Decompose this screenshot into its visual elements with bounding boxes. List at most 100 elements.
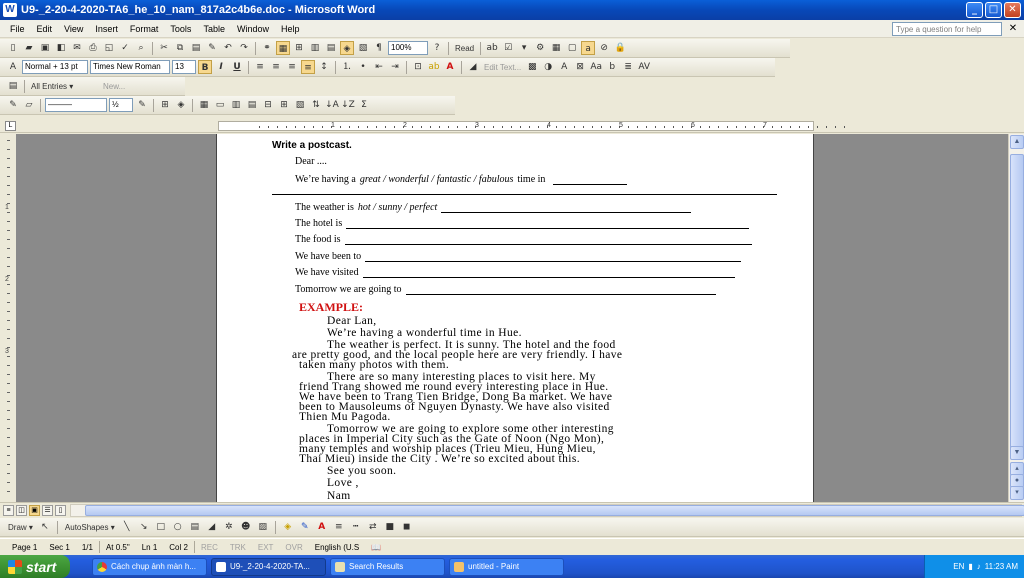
- vertical-text-icon[interactable]: b: [605, 60, 619, 74]
- help-icon[interactable]: ?: [430, 41, 444, 55]
- numbering-icon[interactable]: ⒈: [340, 60, 354, 74]
- dash-style-icon[interactable]: ┅: [349, 520, 363, 534]
- email-icon[interactable]: ✉: [70, 41, 84, 55]
- bullets-icon[interactable]: •: [356, 60, 370, 74]
- taskbar-item-chrome[interactable]: Cách chụp ảnh màn h...: [92, 557, 207, 576]
- sort-descending-icon[interactable]: ↓Z: [341, 98, 355, 112]
- font-select[interactable]: Times New Roman: [90, 60, 170, 74]
- read-button[interactable]: Read: [453, 44, 476, 53]
- minimize-button[interactable]: _: [966, 2, 983, 18]
- styles-formatting-icon[interactable]: A: [6, 60, 20, 74]
- clock[interactable]: 11:23 AM: [985, 562, 1018, 571]
- save-icon[interactable]: ▣: [38, 41, 52, 55]
- print-icon[interactable]: ⎙: [86, 41, 100, 55]
- network-icon[interactable]: ▮: [968, 562, 972, 571]
- scroll-up-icon[interactable]: ▲: [1010, 135, 1024, 149]
- menu-view[interactable]: View: [58, 24, 89, 34]
- style-select[interactable]: Normal + 13 pt: [22, 60, 88, 74]
- field-options-icon[interactable]: ⚙: [533, 41, 547, 55]
- line-icon[interactable]: ╲: [120, 520, 134, 534]
- highlight-icon[interactable]: ab: [427, 60, 441, 74]
- vertical-scrollbar[interactable]: ▲ ▼ ▴ ● ▾: [1008, 134, 1024, 502]
- text-box-icon[interactable]: ▤: [188, 520, 202, 534]
- menu-insert[interactable]: Insert: [89, 24, 124, 34]
- checkbox-field-icon[interactable]: ☑: [501, 41, 515, 55]
- reset-fields-icon[interactable]: ⊘: [597, 41, 611, 55]
- align-center-icon[interactable]: ≡: [269, 60, 283, 74]
- draw-menu-button[interactable]: Draw ▾: [6, 523, 35, 532]
- wordart-gallery-icon[interactable]: ▩: [525, 60, 539, 74]
- taskbar-item-word[interactable]: U9-_2-20-4-2020-TA...: [211, 557, 326, 576]
- scroll-thumb[interactable]: [1010, 154, 1024, 454]
- merge-cells-icon[interactable]: ▭: [213, 98, 227, 112]
- form-shading-icon[interactable]: a: [581, 41, 596, 55]
- document-area[interactable]: Write a postcast. Dear .... We’re having…: [16, 134, 1008, 502]
- underline-button[interactable]: U: [230, 60, 244, 74]
- word-app-icon[interactable]: W: [3, 3, 17, 17]
- fill-color-icon[interactable]: ◈: [281, 520, 295, 534]
- cut-icon[interactable]: ✂: [157, 41, 171, 55]
- drawing-icon[interactable]: ◈: [340, 41, 354, 55]
- document-map-icon[interactable]: ▧: [356, 41, 370, 55]
- scroll-down-icon[interactable]: ▼: [1010, 446, 1024, 460]
- text-field-icon[interactable]: ab: [485, 41, 499, 55]
- same-letter-heights-icon[interactable]: Aa: [589, 60, 603, 74]
- horizontal-scroll-thumb[interactable]: [85, 504, 1024, 516]
- draw-font-color-icon[interactable]: A: [315, 520, 329, 534]
- outline-view-icon[interactable]: ☰: [42, 504, 53, 516]
- autotext-icon[interactable]: ▤: [6, 79, 20, 93]
- diagram-icon[interactable]: ✲: [222, 520, 236, 534]
- redo-icon[interactable]: ↷: [237, 41, 251, 55]
- insert-table-dropdown-icon[interactable]: ▦: [197, 98, 211, 112]
- edit-text-icon[interactable]: ◢: [466, 60, 480, 74]
- select-objects-icon[interactable]: ↖: [38, 520, 52, 534]
- status-ext[interactable]: EXT: [252, 543, 280, 552]
- hyperlink-icon[interactable]: ⚭: [260, 41, 274, 55]
- new-document-icon[interactable]: ▯: [6, 41, 20, 55]
- dropdown-field-icon[interactable]: ▾: [517, 41, 531, 55]
- rectangle-icon[interactable]: □: [154, 520, 168, 534]
- open-folder-icon[interactable]: ▰: [22, 41, 36, 55]
- status-rec[interactable]: REC: [195, 543, 224, 552]
- oval-icon[interactable]: ○: [171, 520, 185, 534]
- insert-excel-icon[interactable]: ▥: [308, 41, 322, 55]
- permission-icon[interactable]: ◧: [54, 41, 68, 55]
- close-button[interactable]: ✕: [1004, 2, 1021, 18]
- justify-icon[interactable]: ≡: [301, 60, 315, 74]
- research-icon[interactable]: ⌕: [134, 41, 148, 55]
- align-right-icon[interactable]: ≡: [285, 60, 299, 74]
- undo-icon[interactable]: ↶: [221, 41, 235, 55]
- autoshapes-menu-button[interactable]: AutoShapes ▾: [63, 523, 117, 532]
- autoformat-icon[interactable]: ▧: [293, 98, 307, 112]
- bold-button[interactable]: B: [198, 60, 212, 74]
- line-weight-select[interactable]: ½: [109, 98, 133, 112]
- close-document-button[interactable]: ✕: [1006, 23, 1020, 34]
- taskbar-item-paint[interactable]: untitled - Paint: [449, 557, 564, 576]
- web-layout-icon[interactable]: ◫: [16, 504, 27, 516]
- picture-icon[interactable]: ▨: [256, 520, 270, 534]
- line-style-select[interactable]: ———: [45, 98, 107, 112]
- menu-format[interactable]: Format: [124, 24, 165, 34]
- decrease-indent-icon[interactable]: ⇤: [372, 60, 386, 74]
- menu-help[interactable]: Help: [275, 24, 306, 34]
- horizontal-ruler[interactable]: 1 2 3 4 5 6 7: [218, 121, 845, 131]
- split-cells-icon[interactable]: ▥: [229, 98, 243, 112]
- reading-layout-icon[interactable]: ▯: [55, 504, 66, 516]
- show-hide-icon[interactable]: ¶: [372, 41, 386, 55]
- character-spacing-icon[interactable]: AV: [637, 60, 651, 74]
- menu-file[interactable]: File: [4, 24, 31, 34]
- zoom-select[interactable]: 100%: [388, 41, 428, 55]
- draw-table-icon[interactable]: ▦: [549, 41, 563, 55]
- all-entries-dropdown[interactable]: All Entries ▾: [29, 82, 99, 91]
- format-wordart-icon[interactable]: ◑: [541, 60, 555, 74]
- font-size-select[interactable]: 13: [172, 60, 196, 74]
- distribute-columns-icon[interactable]: ⊞: [277, 98, 291, 112]
- shadow-style-icon[interactable]: ■: [383, 520, 397, 534]
- font-color-icon[interactable]: A: [443, 60, 457, 74]
- print-preview-icon[interactable]: ◱: [102, 41, 116, 55]
- arrow-icon[interactable]: ↘: [137, 520, 151, 534]
- autosum-icon[interactable]: Σ: [357, 98, 371, 112]
- help-search-input[interactable]: Type a question for help: [892, 21, 1002, 36]
- line-spacing-icon[interactable]: ↕: [317, 60, 331, 74]
- eraser-icon[interactable]: ▱: [22, 98, 36, 112]
